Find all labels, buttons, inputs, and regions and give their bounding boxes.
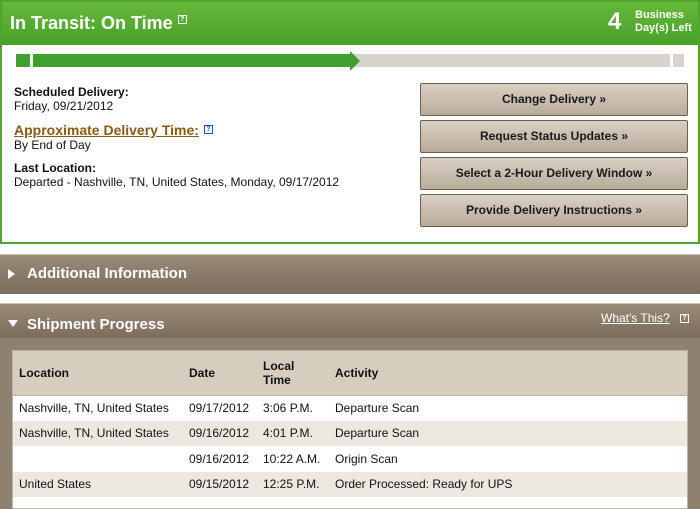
cell-activity: Order Processed: Ready for UPS	[329, 471, 687, 497]
additional-information-header[interactable]: Additional Information	[0, 254, 700, 294]
column-header-date: Date	[183, 351, 257, 396]
status-title: In Transit: On Time?	[10, 13, 187, 34]
column-header-local-time: Local Time	[257, 351, 329, 396]
delivery-progress-bar	[16, 51, 684, 71]
approx-delivery-row: Approximate Delivery Time:?	[14, 122, 414, 138]
cell-location: Nashville, TN, United States	[13, 420, 183, 446]
table-header-row: Location Date Local Time Activity	[13, 351, 687, 396]
cell-date: 09/15/2012	[183, 471, 257, 497]
shipment-progress-panel: Location Date Local Time Activity Nashvi…	[0, 338, 700, 509]
table-row: United States 09/15/2012 12:25 P.M. Orde…	[13, 471, 687, 497]
delivery-instructions-button[interactable]: Provide Delivery Instructions »	[420, 194, 688, 227]
shipment-progress-table: Location Date Local Time Activity Nashvi…	[13, 351, 687, 497]
approx-delivery-link[interactable]: Approximate Delivery Time:	[14, 122, 199, 138]
additional-information-title: Additional Information	[27, 265, 187, 282]
days-left-label: Business Day(s) Left	[635, 9, 692, 35]
days-left-label-line1: Business	[635, 9, 684, 21]
change-delivery-button[interactable]: Change Delivery »	[420, 83, 688, 116]
shipment-progress-header[interactable]: Shipment Progress What's This? ?	[0, 303, 700, 339]
cell-date: 09/16/2012	[183, 420, 257, 446]
expand-caret-icon	[8, 269, 15, 279]
cell-time: 12:25 P.M.	[257, 471, 329, 497]
request-status-updates-button[interactable]: Request Status Updates »	[420, 120, 688, 153]
approx-delivery-value: By End of Day	[14, 138, 91, 152]
progress-arrow-icon	[350, 51, 360, 71]
shipment-progress-title: Shipment Progress	[27, 316, 165, 333]
cell-activity: Origin Scan	[335, 451, 398, 466]
delivery-details: Scheduled Delivery: Friday, 09/21/2012 A…	[14, 85, 414, 193]
cell-date: 09/17/2012	[189, 401, 250, 415]
cell-time: 10:22 A.M.	[263, 451, 321, 466]
cell-activity: Departure Scan	[329, 420, 687, 446]
cell-time: 4:01 P.M.	[257, 420, 329, 446]
table-row: 09/16/2012 10:22 A.M. Origin Scan	[13, 446, 687, 472]
shipment-status-card: In Transit: On Time? 4 Business Day(s) L…	[0, 0, 700, 244]
scheduled-delivery-value: Friday, 09/21/2012	[14, 99, 114, 113]
column-header-local-time-line2: Time	[263, 372, 291, 387]
table-row: Nashville, TN, United States 09/17/2012 …	[13, 395, 687, 421]
days-left-label-line2: Day(s) Left	[635, 22, 692, 34]
cell-activity: Departure Scan	[335, 401, 420, 415]
cell-date: 09/16/2012	[189, 451, 250, 466]
scheduled-delivery-label: Scheduled Delivery:	[14, 85, 129, 99]
shipment-progress-table-wrap: Location Date Local Time Activity Nashvi…	[12, 350, 688, 509]
status-title-text: In Transit: On Time	[10, 13, 173, 33]
cell-time: 3:06 P.M.	[263, 401, 313, 415]
progress-tick	[30, 54, 33, 67]
help-icon[interactable]: ?	[203, 125, 213, 134]
days-left-count: 4	[608, 8, 622, 35]
help-icon[interactable]: ?	[177, 15, 187, 24]
help-icon[interactable]: ?	[680, 314, 689, 323]
table-row: Nashville, TN, United States 09/16/2012 …	[13, 420, 687, 446]
column-header-location: Location	[13, 351, 183, 396]
progress-tick	[670, 54, 673, 67]
last-location-label: Last Location:	[14, 161, 97, 175]
collapse-caret-icon	[8, 320, 18, 327]
cell-location: United States	[13, 471, 183, 497]
cell-location: Nashville, TN, United States	[19, 401, 169, 415]
status-header: In Transit: On Time? 4 Business Day(s) L…	[2, 2, 698, 45]
column-header-local-time-line1: Local	[263, 358, 295, 373]
progress-bar-fill	[16, 54, 350, 67]
cell-location	[13, 446, 183, 472]
column-header-activity: Activity	[329, 351, 687, 396]
delivery-window-button[interactable]: Select a 2-Hour Delivery Window »	[420, 157, 688, 190]
last-location-value: Departed - Nashville, TN, United States,…	[14, 175, 340, 189]
whats-this-link[interactable]: What's This?	[601, 311, 670, 325]
